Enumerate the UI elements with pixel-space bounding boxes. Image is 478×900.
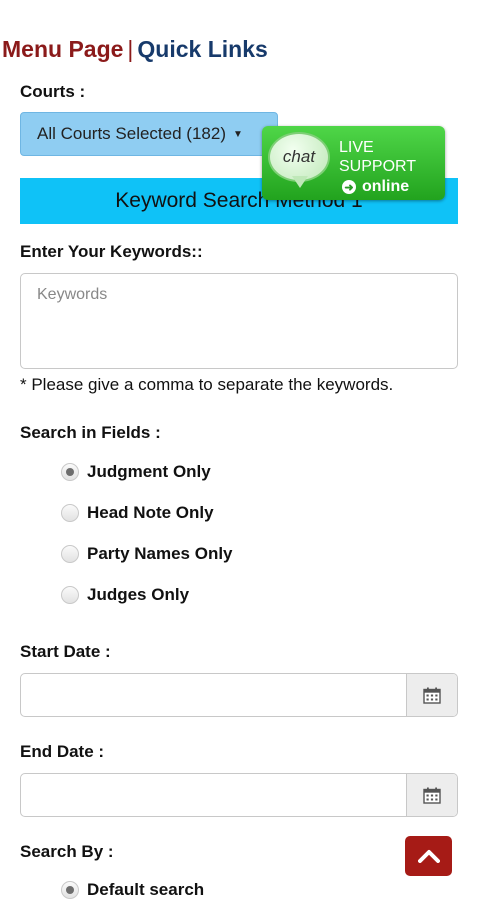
chat-bubble-tail: [292, 176, 308, 188]
radio-label: Party Names Only: [87, 544, 233, 563]
live-support-text: LIVE SUPPORT: [339, 138, 416, 176]
menu-page-link[interactable]: Menu Page: [2, 36, 123, 62]
support-text: SUPPORT: [339, 158, 417, 175]
end-date-input[interactable]: [21, 774, 406, 816]
radio-default-search[interactable]: Default search: [61, 880, 204, 900]
top-nav: Menu Page | Quick Links: [2, 36, 268, 63]
online-status: ➜ online: [342, 178, 409, 196]
radio-label: Judges Only: [87, 585, 190, 604]
start-date-label: Start Date :: [20, 642, 111, 661]
radio-label: Head Note Only: [87, 503, 214, 522]
calendar-icon: [423, 687, 441, 704]
chat-bubble-icon: chat: [268, 132, 330, 182]
radio-judgment-only[interactable]: Judgment Only: [61, 462, 211, 482]
arrow-right-circle-icon: ➜: [342, 180, 356, 194]
chat-bubble-text: chat: [282, 147, 316, 166]
caret-down-icon: ▼: [232, 128, 243, 140]
radio-judges-only[interactable]: Judges Only: [61, 585, 189, 605]
calendar-icon: [423, 787, 441, 804]
radio-party-names-only[interactable]: Party Names Only: [61, 544, 233, 564]
courts-dropdown[interactable]: All Courts Selected (182) ▼: [20, 112, 278, 156]
courts-label: Courts :: [20, 82, 86, 101]
radio-button[interactable]: [61, 504, 79, 522]
start-date-input[interactable]: [21, 674, 406, 716]
chevron-up-icon: [417, 850, 440, 863]
search-fields-label: Search in Fields :: [20, 423, 161, 442]
courts-selected-text: All Courts Selected (182): [37, 124, 226, 143]
radio-button[interactable]: [61, 586, 79, 604]
keywords-textarea[interactable]: Keywords: [20, 273, 458, 369]
radio-button[interactable]: [61, 463, 79, 481]
end-date-field: [20, 773, 458, 817]
live-support-chat-button[interactable]: chat LIVE SUPPORT ➜ online: [262, 126, 445, 200]
end-date-label: End Date :: [20, 742, 105, 761]
radio-button[interactable]: [61, 881, 79, 899]
radio-label: Default search: [87, 880, 205, 899]
nav-separator: |: [127, 36, 134, 62]
radio-label: Judgment Only: [87, 462, 211, 481]
search-by-label: Search By :: [20, 842, 114, 861]
scroll-to-top-button[interactable]: [405, 836, 452, 876]
quick-links-link[interactable]: Quick Links: [137, 36, 267, 62]
keywords-hint: * Please give a comma to separate the ke…: [20, 375, 394, 394]
end-date-calendar-button[interactable]: [406, 774, 457, 816]
live-text: LIVE: [339, 139, 374, 156]
keywords-placeholder: Keywords: [37, 286, 108, 303]
online-text: online: [362, 178, 410, 195]
radio-button[interactable]: [61, 545, 79, 563]
radio-head-note-only[interactable]: Head Note Only: [61, 503, 214, 523]
start-date-calendar-button[interactable]: [406, 674, 457, 716]
keywords-label: Enter Your Keywords::: [20, 242, 203, 261]
start-date-field: [20, 673, 458, 717]
